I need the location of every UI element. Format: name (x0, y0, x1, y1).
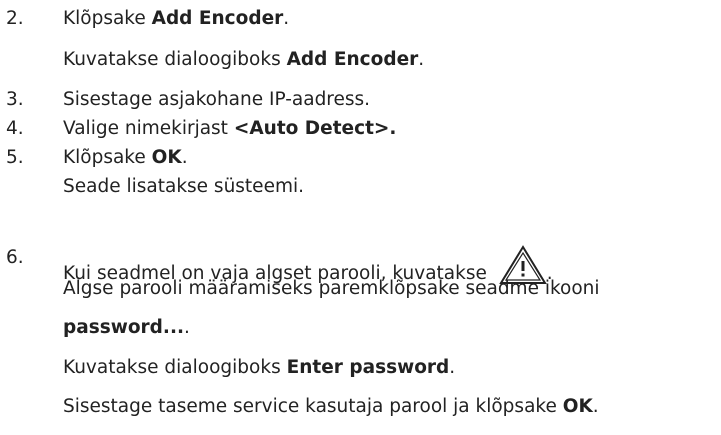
step-number: 6. (6, 247, 24, 268)
step-number: 3. (6, 89, 24, 110)
step-3-line-1: Sisestage asjakohane IP-aadress. (63, 89, 371, 110)
step-6-line-3: password.... (63, 317, 190, 338)
ui-term: OK (151, 147, 182, 168)
ui-term: <Auto Detect>. (233, 118, 397, 139)
ui-term: password... (63, 317, 184, 338)
step-number: 4. (6, 118, 24, 139)
step-number: 5. (6, 147, 24, 168)
step-6-line-2: Algse parooli määramiseks paremklõpsake … (63, 278, 600, 299)
step-number: 2. (6, 8, 24, 29)
ui-term: OK (562, 396, 593, 417)
step-6-line-4: Kuvatakse dialoogiboks Enter password. (63, 357, 456, 378)
step-6-line-5: Sisestage taseme service kasutaja parool… (63, 396, 599, 417)
step-4-line-1: Valige nimekirjast <Auto Detect>. (63, 118, 397, 139)
step-2-line-1: Klõpsake Add Encoder. (63, 8, 290, 29)
ui-term: Add Encoder (286, 49, 419, 70)
step-2-line-2: Kuvatakse dialoogiboks Add Encoder. (63, 49, 425, 70)
step-5-line-1: Klõpsake OK. (63, 147, 188, 168)
ui-term: Add Encoder (151, 8, 284, 29)
instruction-page: 2. Klõpsake Add Encoder. Kuvatakse dialo… (0, 0, 721, 435)
ui-term: Enter password (286, 357, 450, 378)
step-5-line-2: Seade lisatakse süsteemi. (63, 176, 304, 197)
